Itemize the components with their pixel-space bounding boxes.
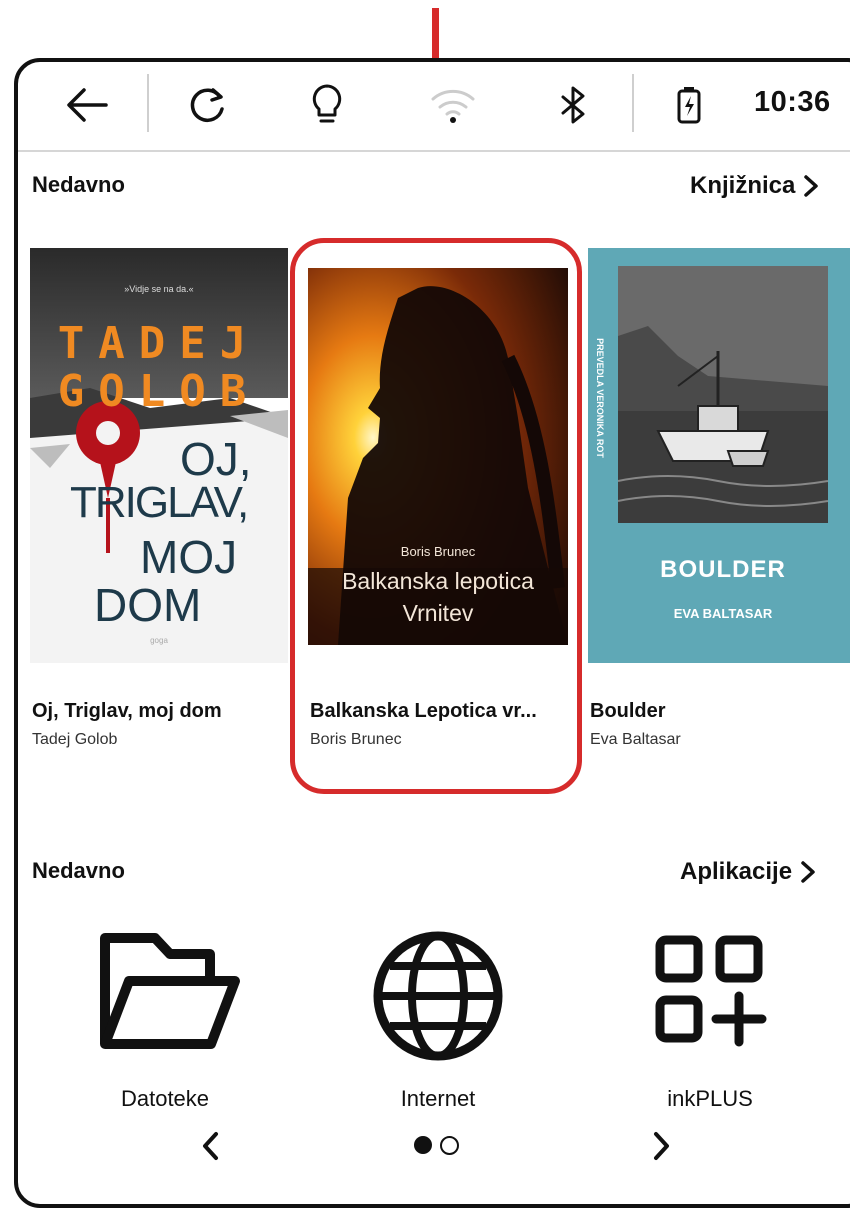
annotation-highlight: [290, 238, 582, 794]
cover-author-first: TADEJ: [57, 318, 261, 369]
cover-author: EVA BALTASAR: [673, 606, 773, 621]
recent-books-heading: Nedavno: [32, 172, 125, 197]
back-arrow-icon[interactable]: [62, 80, 112, 130]
cover-title-3: MOJ: [140, 531, 238, 583]
status-bar: 10:36: [0, 0, 850, 150]
cover-publisher: goga: [150, 636, 168, 645]
cover-translator: PREVEDLA VERONIKA ROT: [595, 338, 605, 458]
app-inkplus[interactable]: [610, 930, 810, 1080]
book-cover[interactable]: PREVEDLA VERONIKA ROT BOULDER EVA BALTAS…: [588, 248, 850, 663]
cover-tagline: »Vidje se na da.«: [124, 284, 194, 294]
app-files[interactable]: [65, 926, 265, 1076]
app-internet[interactable]: [338, 926, 538, 1076]
status-divider: [632, 74, 634, 132]
folder-icon: [100, 933, 240, 1049]
chevron-right-icon: [804, 175, 819, 197]
recent-apps-heading: Nedavno: [32, 858, 125, 883]
cover-title-2: TRIGLAV,: [70, 478, 249, 527]
frontlight-bulb-icon[interactable]: [302, 80, 352, 130]
refresh-icon[interactable]: [182, 80, 232, 130]
app-label: Datoteke: [120, 1086, 210, 1111]
apps-grid-plus-icon: [655, 935, 767, 1047]
app-label: inkPLUS: [667, 1086, 753, 1111]
chevron-right-icon[interactable]: [652, 1130, 672, 1162]
book-cover[interactable]: »Vidje se na da.« TADEJ GOLOB OJ, TRIGLA…: [30, 248, 288, 663]
library-link[interactable]: Knjižnica: [690, 172, 819, 200]
applications-link-label: Aplikacije: [680, 858, 793, 885]
cover-title-4: DOM: [94, 579, 202, 631]
book-title[interactable]: Boulder: [590, 700, 666, 723]
clock: 10:36: [754, 86, 831, 118]
cover-author-last: GOLOB: [57, 366, 261, 417]
status-separator: [18, 150, 850, 152]
wifi-icon[interactable]: [428, 80, 478, 130]
globe-icon: [373, 931, 503, 1061]
chevron-left-icon[interactable]: [200, 1130, 220, 1162]
book-author: Tadej Golob: [32, 731, 118, 748]
page-dot-active: [414, 1136, 432, 1154]
book-author: Eva Baltasar: [590, 731, 681, 748]
applications-link[interactable]: Aplikacije: [680, 858, 816, 886]
battery-icon: [664, 80, 714, 130]
page-indicator: [414, 1136, 459, 1155]
book-title[interactable]: Oj, Triglav, moj dom: [32, 700, 222, 723]
page-dot: [440, 1136, 459, 1155]
bluetooth-icon[interactable]: [548, 80, 598, 130]
chevron-right-icon: [801, 861, 815, 883]
library-link-label: Knjižnica: [690, 172, 796, 199]
cover-title: BOULDER: [660, 556, 786, 583]
status-divider: [147, 74, 149, 132]
app-label: Internet: [400, 1086, 476, 1111]
